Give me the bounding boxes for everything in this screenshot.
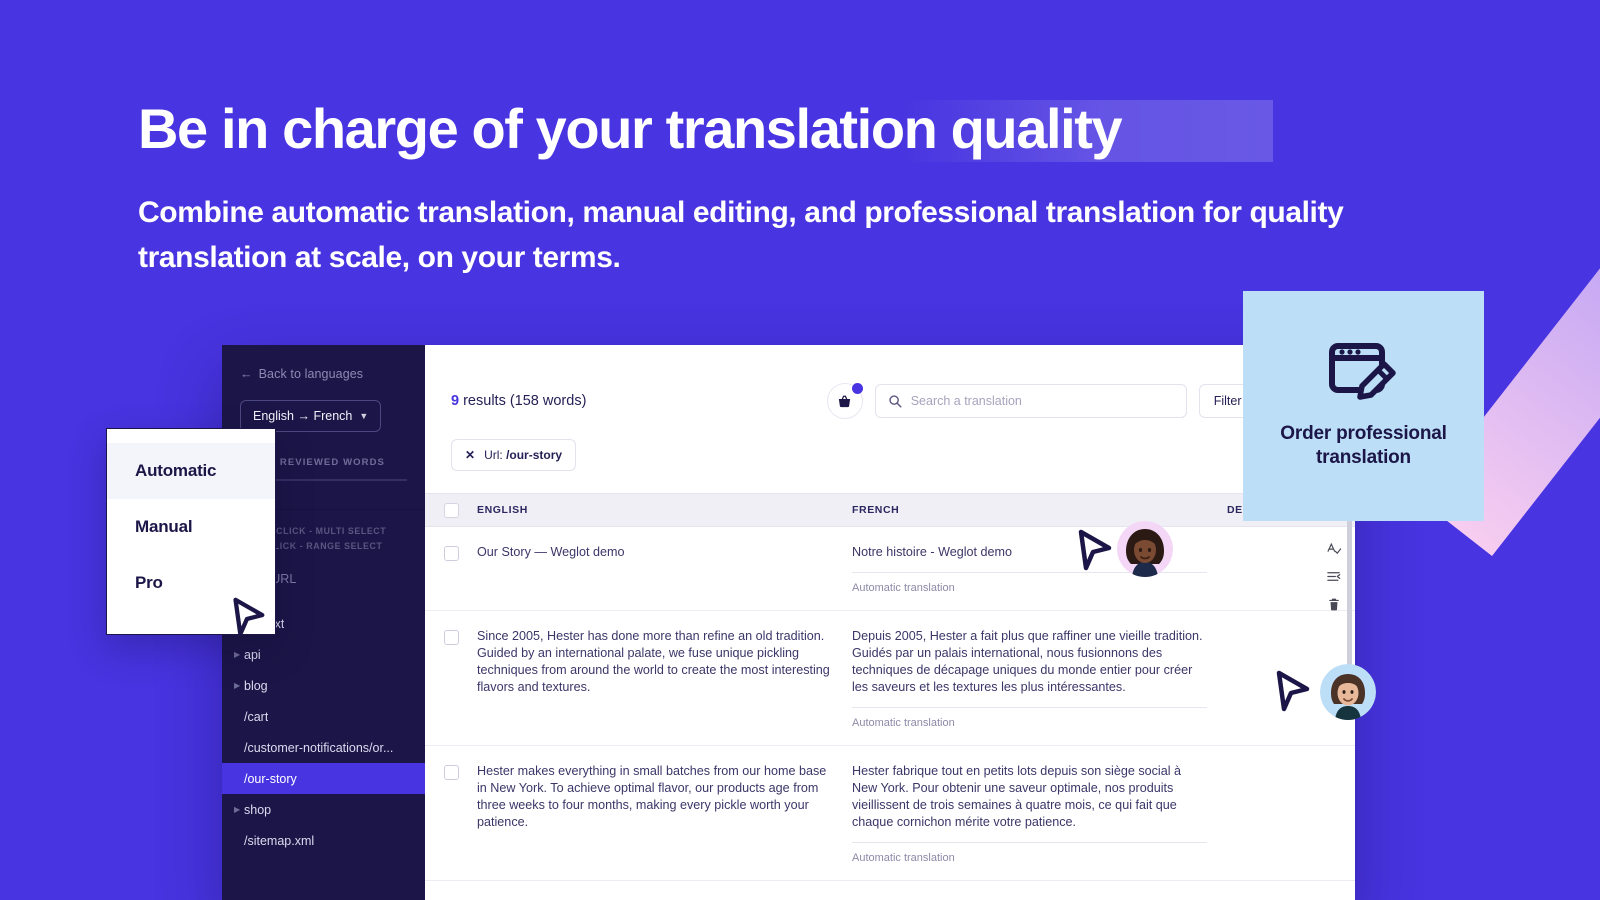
- column-header-french: FRENCH: [852, 504, 900, 516]
- language-pair-label: English → French: [253, 409, 353, 423]
- caret-right-icon[interactable]: ▶: [234, 681, 244, 690]
- sidebar-item-label: blog: [244, 678, 268, 693]
- url-tree: /ads.txt ▶ api ▶ blog /cart /customer-no…: [222, 608, 425, 856]
- sidebar-item-cart[interactable]: /cart: [222, 701, 425, 732]
- translations-table: ENGLISH FRENCH DEFAULT ↓ Our Story — Weg…: [425, 493, 1355, 881]
- text-align-icon[interactable]: [1326, 569, 1341, 584]
- trash-icon[interactable]: [1327, 597, 1341, 612]
- results-count: 9 results (158 words): [451, 393, 586, 409]
- hero-subtitle: Combine automatic translation, manual ed…: [138, 196, 1344, 274]
- hero-title-wrap: Be in charge of your translation quality: [138, 96, 1273, 162]
- row-actions: [1326, 541, 1341, 612]
- select-all-checkbox[interactable]: [443, 502, 459, 518]
- table-row[interactable]: Hester makes everything in small batches…: [425, 746, 1355, 881]
- app-window: ← Back to languages English → French ▼ U…: [222, 345, 1355, 900]
- row-select-cell: [425, 544, 477, 594]
- avatar-woman-short-hair-image: [1320, 664, 1376, 720]
- translation-source-label: Automatic translation: [852, 852, 955, 864]
- search-icon: [889, 395, 902, 408]
- search-input[interactable]: Search a translation: [874, 384, 1187, 418]
- avatar: [1117, 521, 1173, 577]
- filter-chip-text: Url: /our-story: [484, 448, 562, 462]
- filter-label: Filter: [1213, 394, 1242, 408]
- back-to-languages-link[interactable]: ← Back to languages: [240, 367, 425, 381]
- filter-chip-value: /our-story: [506, 448, 563, 462]
- main-toolbar: 9 results (158 words) Search a translati…: [425, 345, 1355, 419]
- sidebar-item-sitemap-xml[interactable]: /sitemap.xml: [222, 825, 425, 856]
- row-checkbox[interactable]: [443, 546, 459, 561]
- dropdown-item-pro[interactable]: Pro: [107, 555, 275, 611]
- promo-title: Order professional translation: [1280, 423, 1447, 468]
- caret-right-icon[interactable]: ▶: [234, 650, 244, 659]
- translation-source-label: Automatic translation: [852, 582, 955, 594]
- basket-icon: [839, 395, 851, 407]
- results-count-text: results (158 words): [459, 393, 587, 409]
- source-text: Hester makes everything in small batches…: [477, 764, 827, 829]
- source-text: Our Story — Weglot demo: [477, 545, 625, 559]
- sidebar-item-customer-notifications[interactable]: /customer-notifications/or...: [222, 732, 425, 763]
- translation-underline: [852, 842, 1207, 843]
- caret-right-icon[interactable]: ▶: [234, 805, 244, 814]
- dropdown-item-automatic[interactable]: Automatic: [107, 443, 275, 499]
- sidebar-item-blog[interactable]: ▶ blog: [222, 670, 425, 701]
- vertical-scrollbar[interactable]: [1347, 513, 1352, 673]
- sidebar-item-label: /customer-notifications/or...: [244, 740, 394, 755]
- source-text-cell: Since 2005, Hester has done more than re…: [477, 628, 852, 729]
- sidebar-item-shop[interactable]: ▶ shop: [222, 794, 425, 825]
- row-select-cell: [425, 763, 477, 864]
- window-edit-icon: [1328, 343, 1396, 400]
- translation-cell[interactable]: Depuis 2005, Hester a fait plus que raff…: [852, 628, 1227, 729]
- table-row[interactable]: Since 2005, Hester has done more than re…: [425, 611, 1355, 746]
- translation-mode-dropdown: Automatic Manual Pro: [106, 428, 276, 635]
- sidebar-item-our-story[interactable]: /our-story: [222, 763, 425, 794]
- sidebar-item-label: /sitemap.xml: [244, 833, 315, 848]
- table-header-row: ENGLISH FRENCH DEFAULT ↓: [425, 493, 1355, 527]
- filter-chip-url[interactable]: ✕ Url: /our-story: [451, 439, 577, 471]
- back-to-languages-label: Back to languages: [258, 367, 364, 381]
- translation-source-label: Automatic translation: [852, 717, 955, 729]
- row-select-cell: [425, 628, 477, 729]
- source-text: Since 2005, Hester has done more than re…: [477, 629, 830, 694]
- sidebar-item-api[interactable]: ▶ api: [222, 639, 425, 670]
- translation-cell[interactable]: Hester fabrique tout en petits lots depu…: [852, 763, 1227, 864]
- sidebar-item-label: shop: [244, 802, 272, 817]
- active-filters: ✕ Url: /our-story: [425, 419, 1355, 471]
- notification-dot: [851, 383, 863, 394]
- sidebar-item-label: /cart: [244, 709, 269, 724]
- dropdown-item-manual[interactable]: Manual: [107, 499, 275, 555]
- translation-text: Hester fabrique tout en petits lots depu…: [852, 764, 1182, 829]
- basket-button[interactable]: [826, 383, 863, 419]
- row-checkbox[interactable]: [443, 765, 459, 780]
- source-text-cell: Hester makes everything in small batches…: [477, 763, 852, 864]
- column-header-english: ENGLISH: [477, 504, 528, 516]
- hero-section: Be in charge of your translation quality…: [138, 96, 1468, 280]
- app-main: 9 results (158 words) Search a translati…: [425, 345, 1355, 900]
- translation-underline: [852, 707, 1207, 708]
- chevron-down-icon: ▼: [359, 411, 369, 421]
- avatar: [1320, 664, 1376, 720]
- avatar-woman-curly-hair-image: [1117, 521, 1173, 577]
- filter-chip-prefix: Url:: [484, 448, 507, 462]
- sidebar-item-label: api: [244, 647, 261, 662]
- translation-text: Depuis 2005, Hester a fait plus que raff…: [852, 629, 1203, 694]
- results-count-number: 9: [451, 393, 460, 409]
- sidebar-item-label: /our-story: [244, 771, 297, 786]
- source-text-cell: Our Story — Weglot demo: [477, 544, 852, 594]
- select-all-cell: [425, 502, 477, 518]
- row-checkbox[interactable]: [443, 630, 459, 645]
- arrow-left-icon: ←: [240, 367, 253, 381]
- close-icon[interactable]: ✕: [465, 448, 475, 462]
- order-professional-translation-card[interactable]: Order professional translation: [1243, 291, 1484, 521]
- page-title: Be in charge of your translation quality: [138, 97, 1123, 160]
- search-placeholder: Search a translation: [910, 394, 1022, 408]
- table-row[interactable]: Our Story — Weglot demo Notre histoire -…: [425, 527, 1355, 611]
- spellcheck-icon[interactable]: [1326, 541, 1341, 556]
- default-cell: [1227, 763, 1355, 864]
- page-root: Be in charge of your translation quality…: [0, 0, 1600, 900]
